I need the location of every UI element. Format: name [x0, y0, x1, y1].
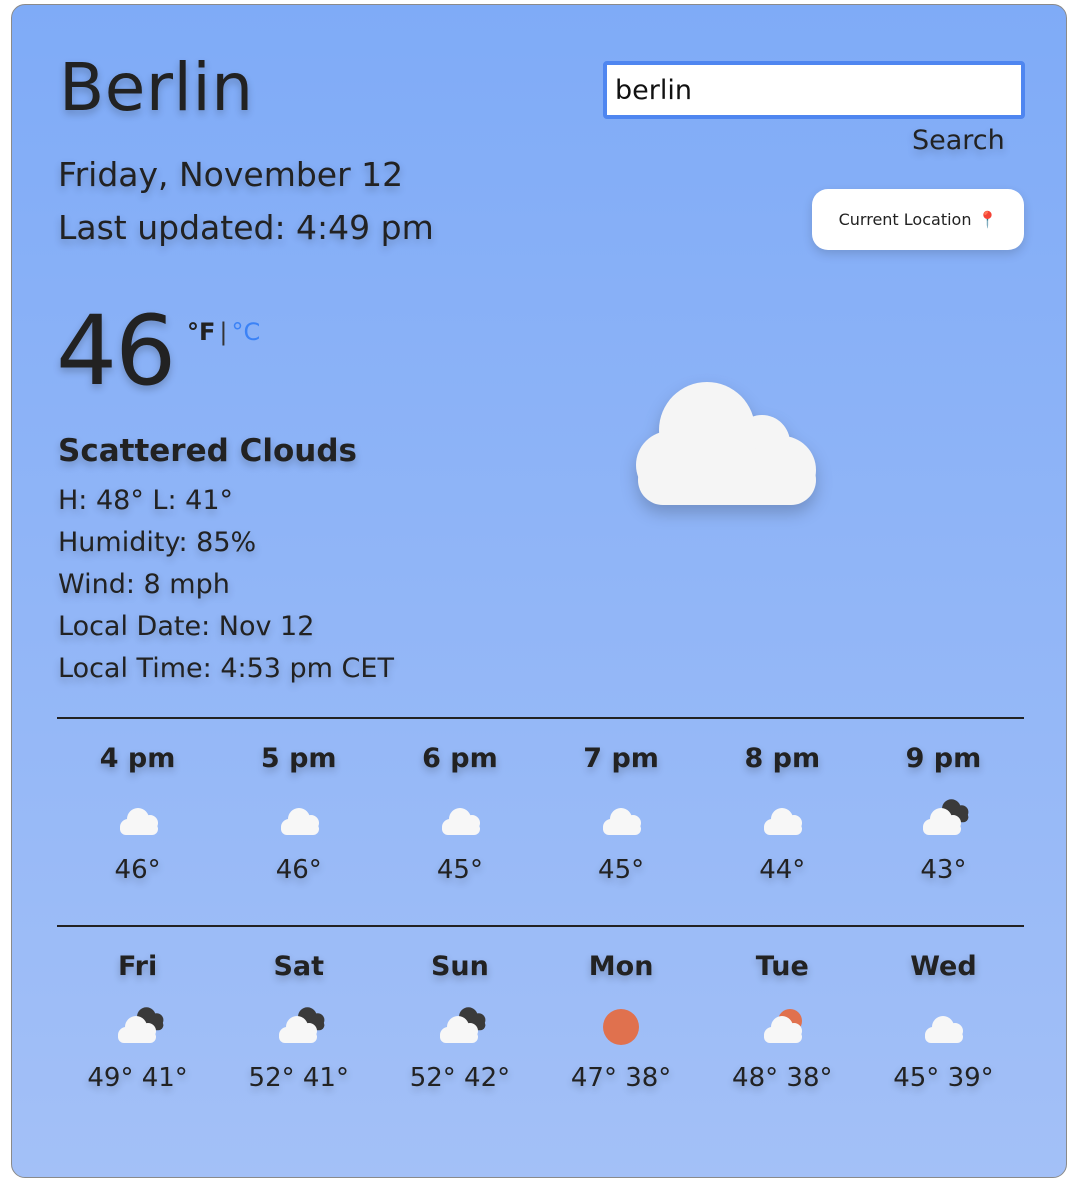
daily-label: Wed [910, 951, 977, 982]
hourly-temp: 45° [436, 855, 483, 885]
current-date: Friday, November 12 [58, 155, 404, 194]
daily-item: Sun 52° 42° [379, 951, 540, 1093]
hourly-item: 4 pm 46° [57, 743, 218, 885]
city-name: Berlin [59, 49, 254, 126]
weather-card: Berlin Friday, November 12 Last updated:… [11, 4, 1067, 1178]
cloud-icon [441, 808, 480, 835]
hourly-temp: 45° [598, 855, 645, 885]
daily-temp: 52° 41° [248, 1063, 349, 1093]
daily-item: Tue 48° 38° [702, 951, 863, 1093]
hourly-item: 7 pm 45° [541, 743, 702, 885]
current-location-button[interactable]: Current Location 📍 [812, 189, 1024, 250]
hourly-temp: 44° [759, 855, 806, 885]
humidity: Humidity: 85% [58, 527, 257, 558]
unit-toggle: °F | °C [187, 318, 260, 346]
hourly-item: 8 pm 44° [702, 743, 863, 885]
daily-temp: 47° 38° [570, 1063, 672, 1093]
celsius-link[interactable]: °C [232, 318, 261, 346]
search-button[interactable]: Search [912, 125, 1005, 156]
hourly-temp: 43° [920, 855, 967, 885]
daily-item: Fri 49° 41° [57, 951, 218, 1093]
hourly-label: 6 pm [422, 743, 498, 774]
daily-item: Mon 47° 38° [541, 951, 702, 1093]
high-low: H: 48° L: 41° [58, 485, 233, 516]
partly-cloudy-icon [764, 1009, 803, 1043]
cloud-icon [764, 808, 803, 835]
daily-label: Sun [430, 951, 489, 982]
divider [57, 925, 1024, 927]
unit-separator: | [219, 318, 228, 346]
daily-temp: 45° 39° [893, 1063, 994, 1093]
daily-label: Tue [755, 951, 809, 982]
broken-clouds-icon [923, 799, 969, 835]
hourly-item: 6 pm 45° [379, 743, 540, 885]
last-updated: Last updated: 4:49 pm [58, 208, 434, 247]
local-time: Local Time: 4:53 pm CET [58, 653, 394, 684]
hourly-label: 7 pm [583, 743, 659, 774]
hourly-label: 4 pm [99, 743, 176, 774]
daily-forecast: Fri 49° 41° Sat 52° 41° Sun 52° 42° Mon … [57, 951, 1024, 1093]
hourly-temp: 46° [275, 855, 322, 885]
search-input[interactable] [603, 61, 1025, 119]
sun-icon [603, 1009, 640, 1045]
divider [57, 717, 1024, 719]
fahrenheit-unit: °F [187, 318, 216, 346]
broken-clouds-icon [439, 1007, 486, 1043]
pin-icon: 📍 [977, 210, 998, 229]
daily-label: Mon [588, 951, 654, 982]
cloud-icon [119, 808, 158, 835]
current-temperature: 46 [56, 295, 176, 407]
daily-temp: 49° 41° [87, 1063, 188, 1093]
current-location-label: Current Location [838, 210, 972, 229]
hourly-label: 8 pm [744, 743, 821, 774]
hourly-item: 5 pm 46° [218, 743, 379, 885]
daily-item: Sat 52° 41° [218, 951, 379, 1093]
daily-temp: 48° 38° [732, 1063, 833, 1093]
daily-label: Sat [273, 951, 325, 982]
cloud-icon [280, 808, 319, 835]
hourly-label: 9 pm [905, 743, 982, 774]
hourly-forecast: 4 pm 46° 5 pm 46° 6 pm 45° 7 pm 45° 8 pm [57, 743, 1024, 885]
cloud-icon [636, 382, 816, 505]
cloud-icon [925, 1016, 964, 1043]
cloud-icon [603, 808, 642, 835]
broken-clouds-icon [278, 1007, 325, 1043]
local-date: Local Date: Nov 12 [58, 611, 315, 642]
daily-item: Wed 45° 39° [863, 951, 1024, 1093]
hourly-temp: 46° [114, 855, 161, 885]
daily-label: Fri [117, 951, 158, 982]
wind: Wind: 8 mph [58, 569, 230, 600]
weather-description: Scattered Clouds [58, 433, 357, 469]
daily-temp: 52° 42° [409, 1063, 511, 1093]
hourly-item: 9 pm 43° [863, 743, 1024, 885]
broken-clouds-icon [117, 1007, 163, 1043]
hourly-label: 5 pm [260, 743, 337, 774]
